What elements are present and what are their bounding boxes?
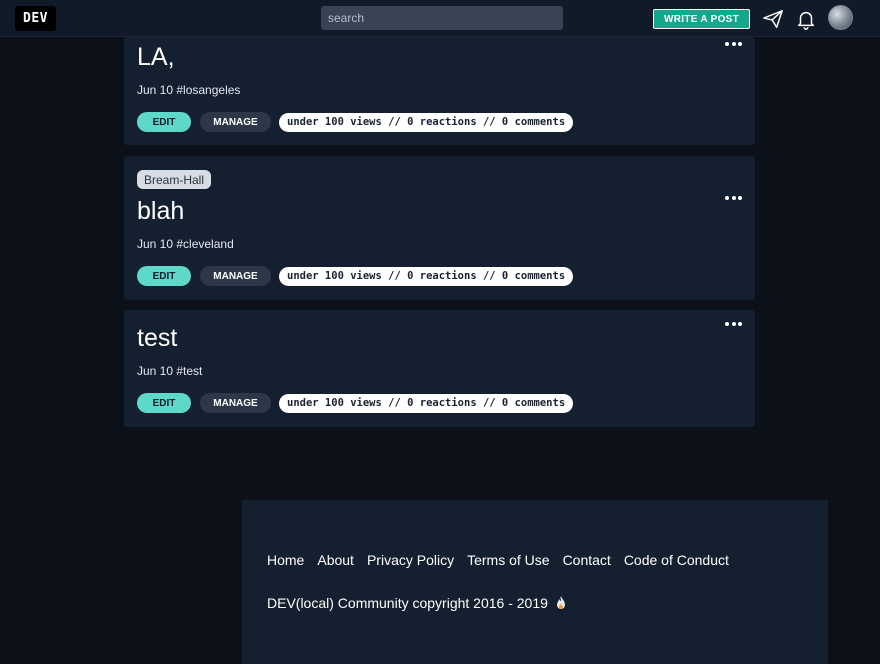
manage-button[interactable]: MANAGE	[200, 112, 271, 132]
post-stats: under 100 views // 0 reactions // 0 comm…	[279, 112, 574, 132]
top-navigation-bar: DEV WRITE A POST	[0, 0, 880, 37]
post-card: Bream-Hall blah Jun 10 #cleveland EDIT M…	[124, 156, 755, 300]
footer-link-terms-of-use[interactable]: Terms of Use	[467, 552, 549, 568]
post-actions: EDIT MANAGE under 100 views // 0 reactio…	[137, 266, 574, 286]
post-meta: Jun 10 #cleveland	[137, 237, 234, 251]
post-actions: EDIT MANAGE under 100 views // 0 reactio…	[137, 112, 574, 132]
edit-button[interactable]: EDIT	[137, 112, 191, 132]
more-options-icon[interactable]	[725, 322, 742, 330]
write-post-button[interactable]: WRITE A POST	[653, 9, 750, 29]
more-options-icon[interactable]	[725, 196, 742, 204]
edit-button[interactable]: EDIT	[137, 266, 191, 286]
send-icon[interactable]	[762, 8, 784, 30]
more-options-icon[interactable]	[725, 42, 742, 50]
organization-tag[interactable]: Bream-Hall	[137, 170, 212, 189]
flame-icon	[556, 596, 565, 609]
bell-icon[interactable]	[795, 8, 817, 30]
search-input[interactable]	[321, 6, 563, 30]
post-meta: Jun 10 #test	[137, 364, 203, 378]
edit-button[interactable]: EDIT	[137, 393, 191, 413]
manage-button[interactable]: MANAGE	[200, 266, 271, 286]
footer-link-contact[interactable]: Contact	[563, 552, 611, 568]
post-title[interactable]: LA,	[137, 43, 175, 72]
footer-links: Home About Privacy Policy Terms of Use C…	[267, 552, 742, 568]
footer-link-home[interactable]: Home	[267, 552, 304, 568]
footer-link-code-of-conduct[interactable]: Code of Conduct	[624, 552, 729, 568]
copyright: DEV(local) Community copyright 2016 - 20…	[267, 595, 567, 611]
dev-logo[interactable]: DEV	[15, 6, 56, 31]
post-card: test Jun 10 #test EDIT MANAGE under 100 …	[124, 310, 755, 427]
post-meta: Jun 10 #losangeles	[137, 83, 241, 97]
post-stats: under 100 views // 0 reactions // 0 comm…	[279, 266, 574, 286]
post-card: LA, Jun 10 #losangeles EDIT MANAGE under…	[124, 37, 755, 145]
post-actions: EDIT MANAGE under 100 views // 0 reactio…	[137, 393, 574, 413]
manage-button[interactable]: MANAGE	[200, 393, 271, 413]
post-title[interactable]: test	[137, 324, 177, 353]
footer-link-about[interactable]: About	[317, 552, 354, 568]
copyright-text: DEV(local) Community copyright 2016 - 20…	[267, 595, 548, 611]
footer: Home About Privacy Policy Terms of Use C…	[242, 500, 828, 664]
avatar[interactable]	[828, 5, 853, 30]
post-title[interactable]: blah	[137, 197, 184, 226]
post-stats: under 100 views // 0 reactions // 0 comm…	[279, 393, 574, 413]
footer-link-privacy-policy[interactable]: Privacy Policy	[367, 552, 454, 568]
